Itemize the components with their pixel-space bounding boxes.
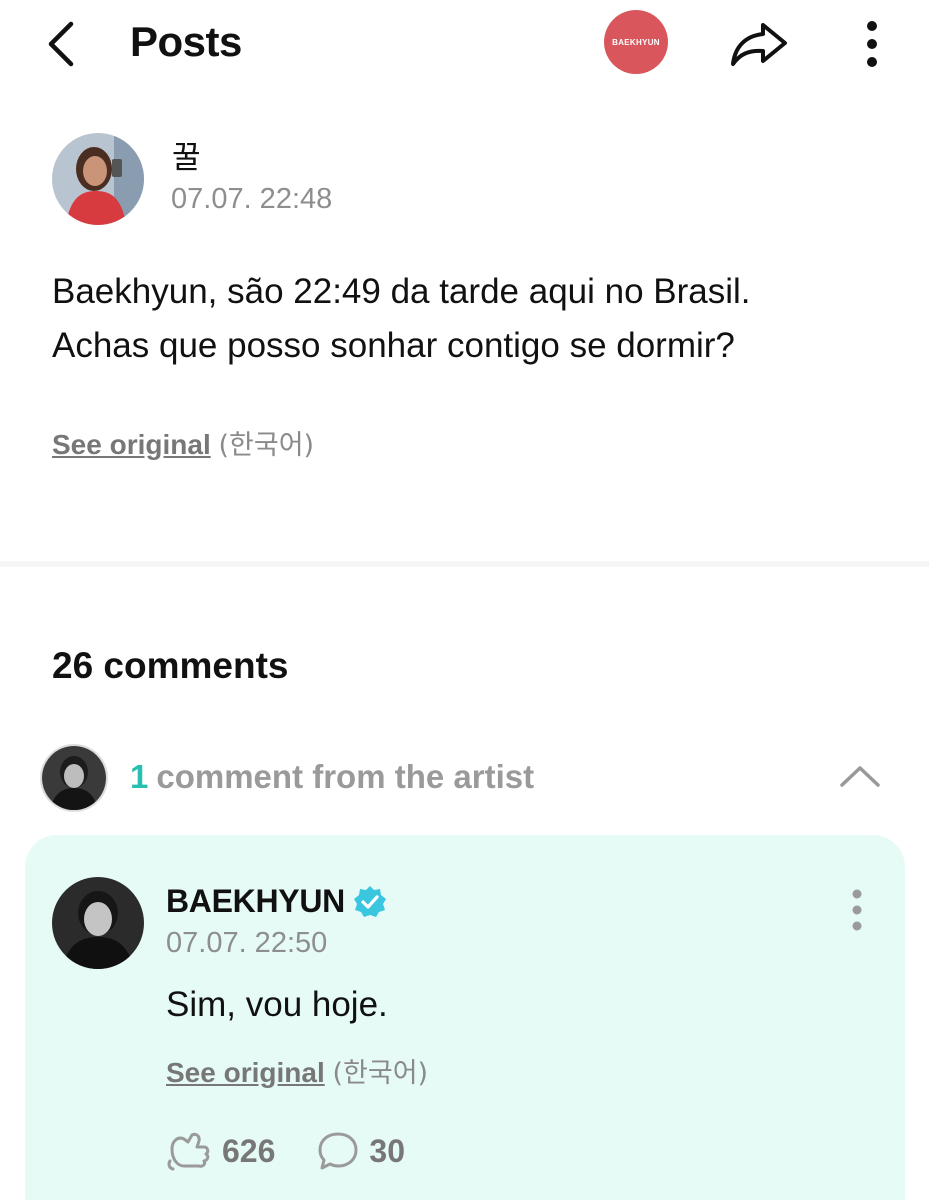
share-icon (731, 23, 787, 66)
post-text-line: Achas que posso sonhar contigo se dormir… (52, 326, 735, 365)
back-arrow-icon (48, 21, 74, 67)
artist-comment-timestamp: 07.07. 22:50 (166, 927, 328, 959)
artist-comments-toggle[interactable]: 1 comment from the artist (40, 744, 900, 812)
artist-avatar-small (40, 744, 108, 812)
post-translation-toggle: See original (한국어) (52, 423, 314, 462)
comment-more-button[interactable] (837, 885, 877, 935)
comment-bubble-icon (318, 1132, 358, 1170)
reply-button[interactable]: 30 (317, 1131, 405, 1171)
verified-badge-icon (353, 885, 386, 917)
artist-comments-label: 1 comment from the artist (130, 758, 534, 796)
reply-count: 30 (369, 1132, 405, 1169)
comment-translation-toggle: See original (한국어) (166, 1051, 428, 1090)
original-language: (한국어) (218, 430, 315, 461)
like-icon (167, 1132, 210, 1171)
like-count: 626 (222, 1132, 276, 1169)
artist-comment-text: comment from the artist (156, 758, 535, 795)
artist-comment-card: BAEKHYUN 07.07. 22:50 Sim, vou hoje. See… (25, 835, 905, 1200)
more-vertical-icon (852, 889, 862, 931)
top-bar: Posts BAEKHYUN (0, 0, 929, 90)
artist-name-text: BAEKHYUN (166, 883, 345, 919)
artist-name[interactable]: BAEKHYUN (166, 883, 387, 920)
post-text-line: Baekhyun, são 22:49 da tarde aqui no Bra… (52, 272, 751, 311)
page-title: Posts (130, 18, 242, 65)
comment-actions: 626 30 (166, 1131, 447, 1171)
post-text: Baekhyun, são 22:49 da tarde aqui no Bra… (52, 265, 912, 373)
post-timestamp: 07.07. 22:48 (171, 183, 333, 215)
artist-comment-count: 1 (130, 758, 149, 795)
see-original-link[interactable]: See original (52, 429, 211, 460)
more-vertical-icon (867, 21, 877, 67)
comments-count: 26 comments (52, 645, 289, 686)
section-divider (0, 561, 929, 567)
author-avatar[interactable] (52, 133, 144, 225)
chevron-up-icon[interactable] (836, 758, 884, 794)
original-language: (한국어) (332, 1058, 429, 1089)
like-button[interactable]: 626 (166, 1131, 275, 1171)
back-button[interactable] (36, 14, 84, 74)
artist-community-badge[interactable]: BAEKHYUN (604, 10, 668, 74)
author-name[interactable]: 꿀 (172, 132, 201, 177)
share-button[interactable] (724, 14, 794, 74)
artist-avatar[interactable] (52, 877, 144, 969)
artist-comment-text: Sim, vou hoje. (166, 985, 388, 1024)
more-options-button[interactable] (850, 14, 894, 74)
see-original-link[interactable]: See original (166, 1057, 325, 1088)
